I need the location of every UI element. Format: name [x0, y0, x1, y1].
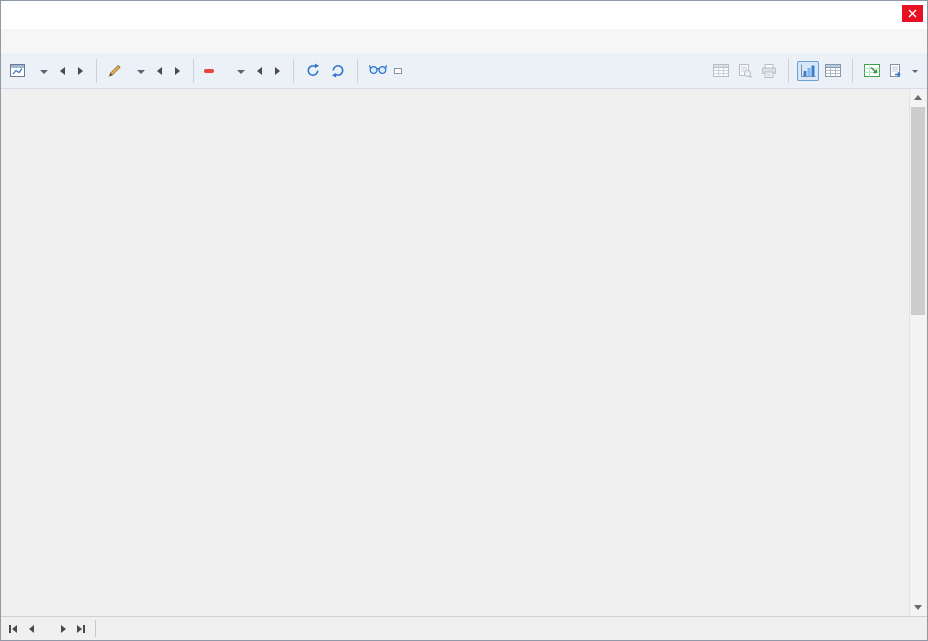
app-window [0, 0, 928, 641]
refresh-results-button[interactable] [327, 61, 349, 80]
toolbar-separator [193, 59, 194, 83]
design-situation-badge [204, 69, 214, 73]
arrow-left-icon [29, 625, 34, 633]
status-bar [1, 616, 927, 640]
combination-combo[interactable] [228, 66, 249, 76]
arrow-right-icon [77, 625, 82, 633]
arrow-up-icon [914, 95, 922, 100]
export-button[interactable] [886, 62, 906, 80]
pencil-icon [105, 62, 125, 79]
result-diagram-button[interactable] [797, 61, 819, 81]
combination-next-button[interactable] [270, 61, 285, 81]
scroll-up-button[interactable] [910, 89, 926, 106]
close-button[interactable] [902, 5, 923, 22]
title-bar[interactable] [1, 1, 927, 29]
spreadsheet-button[interactable] [822, 62, 844, 79]
arrow-left-icon [12, 625, 17, 633]
print-preview-button [735, 62, 755, 80]
table-pager [1, 617, 93, 640]
arrow-down-icon [914, 605, 922, 610]
toolbar-separator [293, 59, 294, 83]
excel-export-button[interactable] [861, 62, 883, 79]
menubar [1, 29, 927, 53]
toolbar-separator [357, 59, 358, 83]
analysis-prev-button[interactable] [55, 61, 70, 81]
table-area [1, 89, 927, 616]
results-prev-button[interactable] [152, 61, 167, 81]
toolbar [1, 53, 927, 89]
print-button [758, 62, 780, 80]
analysis-combo[interactable] [31, 66, 52, 76]
scrollbar-thumb[interactable] [911, 107, 925, 315]
first-table-button[interactable] [5, 620, 21, 638]
results-mode-combo[interactable] [128, 66, 149, 76]
toolbar-separator [96, 59, 97, 83]
prev-table-button[interactable] [23, 620, 39, 638]
toolbar-separator [788, 59, 789, 83]
statusbar-separator [95, 620, 96, 637]
scroll-down-button[interactable] [910, 599, 926, 616]
arrow-right-icon [61, 625, 66, 633]
next-table-button[interactable] [55, 620, 71, 638]
recalculate-button[interactable] [302, 61, 324, 80]
chevron-down-icon [912, 70, 918, 73]
glasses-icon [369, 63, 388, 78]
toolbar-separator [852, 59, 853, 83]
combination-prev-button[interactable] [252, 61, 267, 81]
vertical-scrollbar[interactable] [909, 89, 926, 616]
chevron-down-icon [237, 70, 245, 74]
results-next-button[interactable] [170, 61, 185, 81]
result-values-button[interactable] [394, 68, 402, 74]
show-results-button[interactable] [366, 61, 391, 80]
table-settings-button [710, 62, 732, 79]
close-icon [908, 9, 917, 18]
chevron-down-icon [40, 70, 48, 74]
chevron-down-icon [137, 70, 145, 74]
static-analysis-icon [7, 62, 28, 79]
last-table-button[interactable] [73, 620, 89, 638]
toolbar-overflow-button[interactable] [909, 68, 921, 73]
analysis-next-button[interactable] [73, 61, 88, 81]
